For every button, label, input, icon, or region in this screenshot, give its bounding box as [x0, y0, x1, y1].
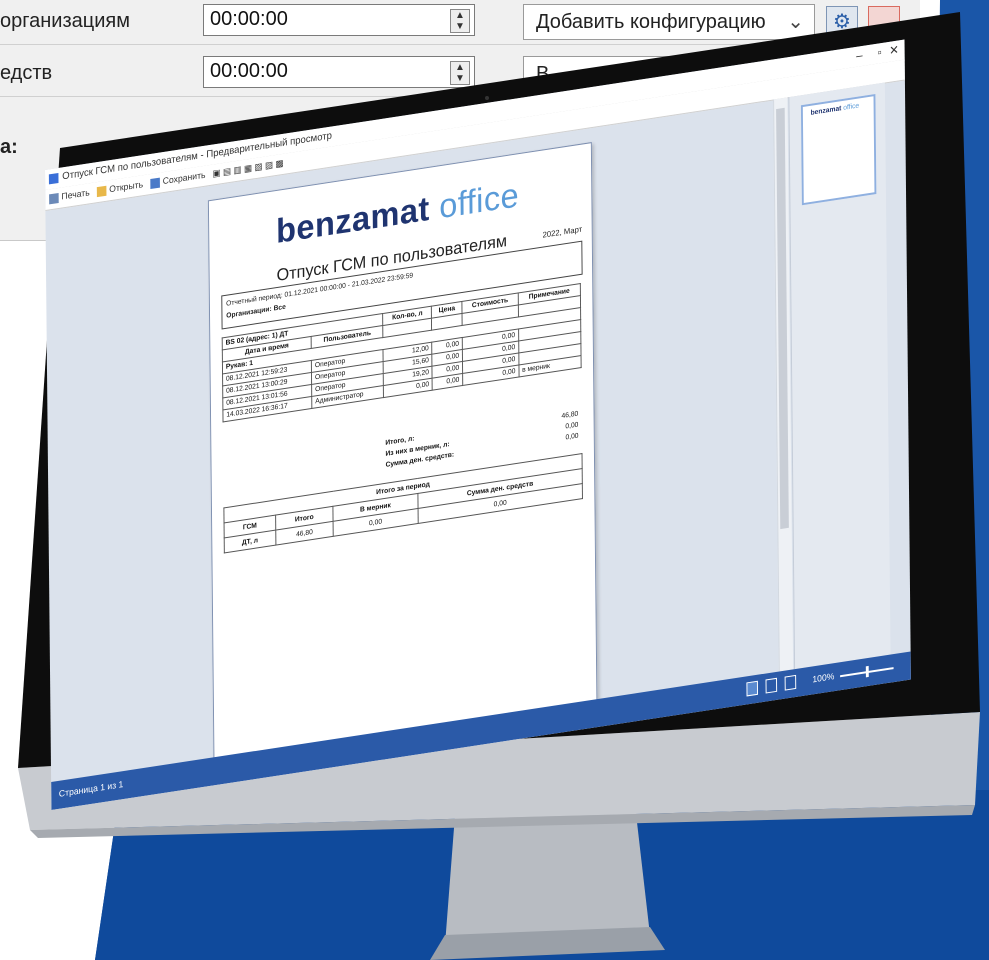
save-icon — [150, 177, 160, 189]
thumbnail-logo: benzamat office — [810, 102, 860, 117]
app-icon — [48, 172, 59, 185]
zoom-level: 100% — [812, 671, 835, 685]
save-button[interactable]: Сохранить — [150, 170, 206, 189]
camera — [485, 96, 489, 100]
page-thumbnail[interactable]: benzamat office — [800, 93, 877, 206]
report-page: benzamat office Отпуск ГСМ по пользовате… — [207, 142, 598, 763]
two-page-view-icon[interactable] — [765, 677, 778, 694]
report-date: 2022, Март — [542, 224, 583, 240]
folder-icon — [96, 185, 107, 197]
printer-icon — [49, 192, 59, 205]
maximize-button[interactable]: ▫ — [878, 45, 882, 60]
zoom-slider-thumb[interactable] — [865, 665, 869, 678]
screen: Отпуск ГСМ по пользователям - Предварите… — [45, 39, 911, 810]
open-button[interactable]: Открыть — [96, 179, 143, 197]
page-indicator[interactable]: Страница 1 из 1 — [59, 779, 124, 799]
print-button[interactable]: Печать — [49, 187, 90, 205]
minimize-button[interactable]: – — [856, 48, 863, 63]
scroll-thumb[interactable] — [776, 107, 789, 530]
close-button[interactable]: ✕ — [889, 42, 899, 57]
thumbnail-pane: benzamat office — [788, 82, 891, 670]
report-totals: Итого, л: 46,80 Из них в мерник, л: 0,00… — [385, 410, 579, 469]
summary-table: Итого за период ГСМ Итого В мерник Сумма… — [223, 453, 583, 554]
single-page-view-icon[interactable] — [746, 680, 759, 697]
multi-page-view-icon[interactable] — [784, 674, 797, 691]
